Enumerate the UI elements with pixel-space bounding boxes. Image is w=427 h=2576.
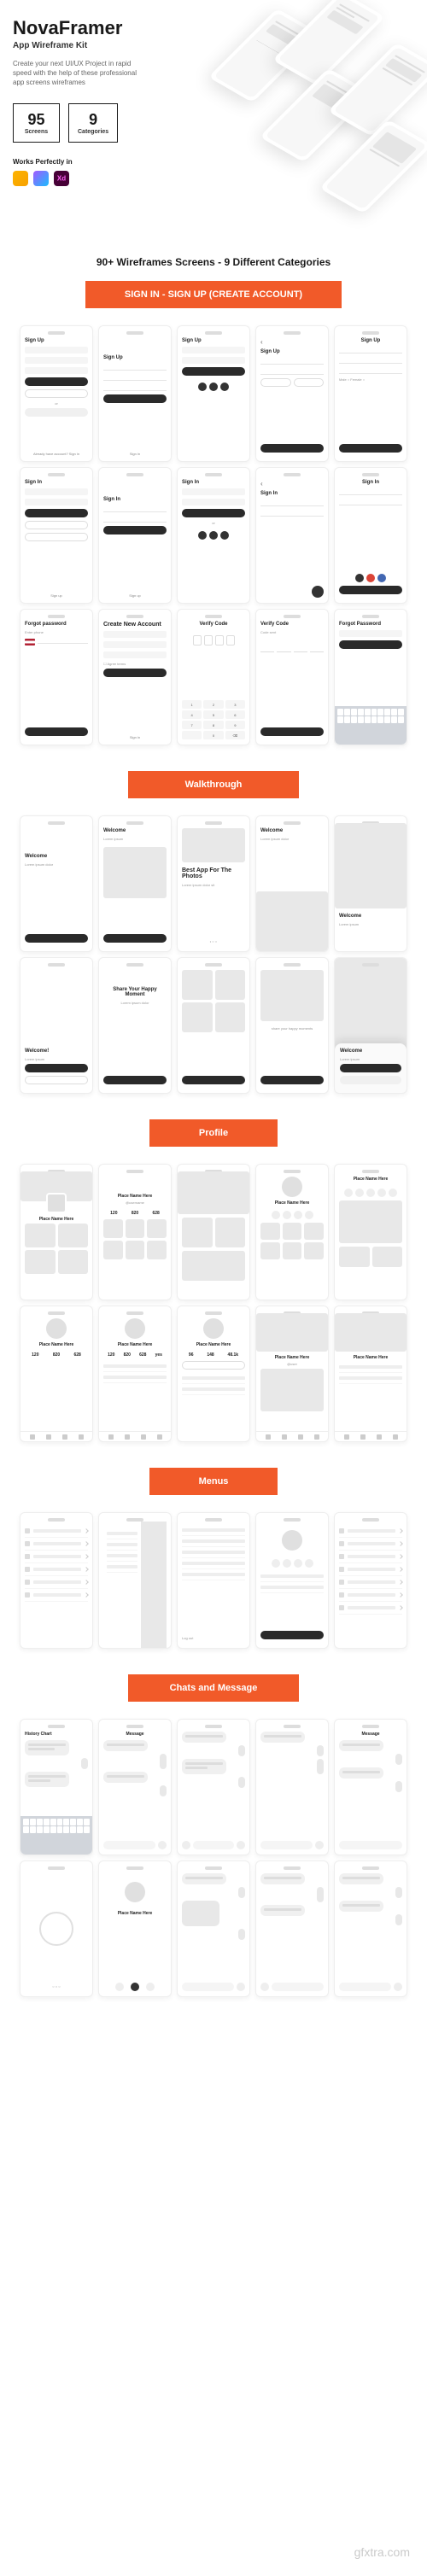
mockup-forgot-pw: Forgot Password [334, 609, 407, 745]
brand-subtitle: App Wireframe Kit [13, 41, 234, 50]
mockup-chat-6 [177, 1860, 250, 1997]
mockup-profile-9: Place Name Here@user [255, 1306, 329, 1442]
mockup-profile-10: Place Name Here [334, 1306, 407, 1442]
walkthrough-grid: WelcomeLorem ipsum dolor WelcomeLorem ip… [0, 815, 427, 1119]
mockup-signin-5: Sign In [334, 467, 407, 604]
brand-title: NovaFramer [13, 17, 234, 39]
mockup-menu-1 [20, 1512, 93, 1649]
stat-label: Screens [22, 129, 50, 135]
mockup-share: Share Your Happy MomentLorem ipsum dolor [98, 957, 172, 1094]
attach-icon [182, 1841, 190, 1849]
stat-categories: 9 Categories [68, 103, 118, 143]
mockup-signup-2: Sign UpSign in [98, 325, 172, 462]
mockup-profile-4: Place Name Here [255, 1164, 329, 1300]
mockup-signin-4: ‹Sign In [255, 467, 329, 604]
mockup-chat-7 [255, 1860, 329, 1997]
mockup-menu-5 [334, 1512, 407, 1649]
mockup-menu-3: Log out [177, 1512, 250, 1649]
mockup-signin-2: Sign InSign up [98, 467, 172, 604]
mockup-verify-2: Verify CodeCode sent [255, 609, 329, 745]
mockup-profile-8: Place Name Here9614848.1k [177, 1306, 250, 1442]
mockup-profile-2: Place Name Here@username120820628 [98, 1164, 172, 1300]
mockup-welcome-2: WelcomeLorem ipsum [98, 815, 172, 952]
stat-label: Categories [78, 129, 108, 135]
tool-icons [13, 171, 234, 186]
mockup-voice-2: Place Name Here [98, 1860, 172, 1997]
profile-grid: Place Name Here Place Name Here@username… [0, 1164, 427, 1468]
mic-circle-icon [39, 1912, 73, 1946]
mockup-signup-1: Sign UporAlready have account? Sign in [20, 325, 93, 462]
mockup-profile-5: Place Name Here [334, 1164, 407, 1300]
section-header-menus: Menus [149, 1468, 278, 1495]
send-icon [237, 1841, 245, 1849]
watermark: gfxtra.com [354, 2545, 410, 2559]
mockup-profile-6: Place Name Here120820628 [20, 1306, 93, 1442]
sketch-icon [13, 171, 28, 186]
main-title: 90+ Wireframes Screens - 9 Different Cat… [0, 239, 427, 281]
mockup-profile-7: Place Name Here120820628yes [98, 1306, 172, 1442]
mockup-gallery-1 [177, 957, 250, 1094]
chats-grid: History Chart Message Message ○ ○ ○ Plac… [0, 1719, 427, 2023]
mockup-welcome-3: WelcomeLorem ipsum dolor [255, 815, 329, 952]
mockup-signup-4: ‹Sign Up [255, 325, 329, 462]
signin-grid: Sign UporAlready have account? Sign in S… [0, 325, 427, 771]
mockup-create-account: Create New Account☐ Agree termsSign in [98, 609, 172, 745]
xd-icon [54, 171, 69, 186]
flag-icon [25, 639, 35, 645]
mockup-profile-1: Place Name Here [20, 1164, 93, 1300]
mockup-chat-2: Message [98, 1719, 172, 1855]
figma-icon [33, 171, 49, 186]
mockup-forgot: Forgot passwordEnter phone [20, 609, 93, 745]
stat-number: 95 [22, 111, 50, 129]
stat-number: 9 [78, 111, 108, 129]
send-icon [158, 1841, 167, 1849]
mockup-chat-5: Message [334, 1719, 407, 1855]
section-header-walkthrough: Walkthrough [128, 771, 299, 798]
mockup-signin-3: Sign Inor [177, 467, 250, 604]
hero-phone-mockups [231, 0, 427, 231]
mockup-signup-5: Sign UpMale ○ Female ○ [334, 325, 407, 462]
mockup-chat-3 [177, 1719, 250, 1855]
mockup-chat-4 [255, 1719, 329, 1855]
mockup-bestapp: Best App For The PhotosLorem ipsum dolor… [177, 815, 250, 952]
stat-screens: 95 Screens [13, 103, 60, 143]
mockup-chat-8 [334, 1860, 407, 1997]
section-header-chats: Chats and Message [128, 1674, 299, 1702]
mockup-welcome-5: Welcome!Lorem ipsum [20, 957, 93, 1094]
mockup-profile-3 [177, 1164, 250, 1300]
mockup-voice-1: ○ ○ ○ [20, 1860, 93, 1997]
mockup-share-2: share your happy moments [255, 957, 329, 1094]
menus-grid: Log out [0, 1512, 427, 1674]
section-header-profile: Profile [149, 1119, 278, 1147]
brand-description: Create your next UI/UX Project in rapid … [13, 59, 141, 88]
mockup-welcome-1: WelcomeLorem ipsum dolor [20, 815, 93, 952]
mockup-menu-4 [255, 1512, 329, 1649]
stats-row: 95 Screens 9 Categories [13, 103, 234, 143]
mockup-signin-1: Sign InSign up [20, 467, 93, 604]
mockup-welcome-4: WelcomeLorem ipsum [334, 815, 407, 952]
mockup-chat-1: History Chart [20, 1719, 93, 1855]
mockup-signup-3: Sign Up [177, 325, 250, 462]
mockup-menu-2 [98, 1512, 172, 1649]
hero-section: NovaFramer App Wireframe Kit Create your… [0, 0, 427, 239]
mockup-verify-1: Verify Code1234567890⌫ [177, 609, 250, 745]
mockup-welcome-modal: WelcomeLorem ipsum [334, 957, 407, 1094]
section-header-signin: SIGN IN - SIGN UP (CREATE ACCOUNT) [85, 281, 342, 308]
works-label: Works Perfectly in [13, 158, 234, 166]
